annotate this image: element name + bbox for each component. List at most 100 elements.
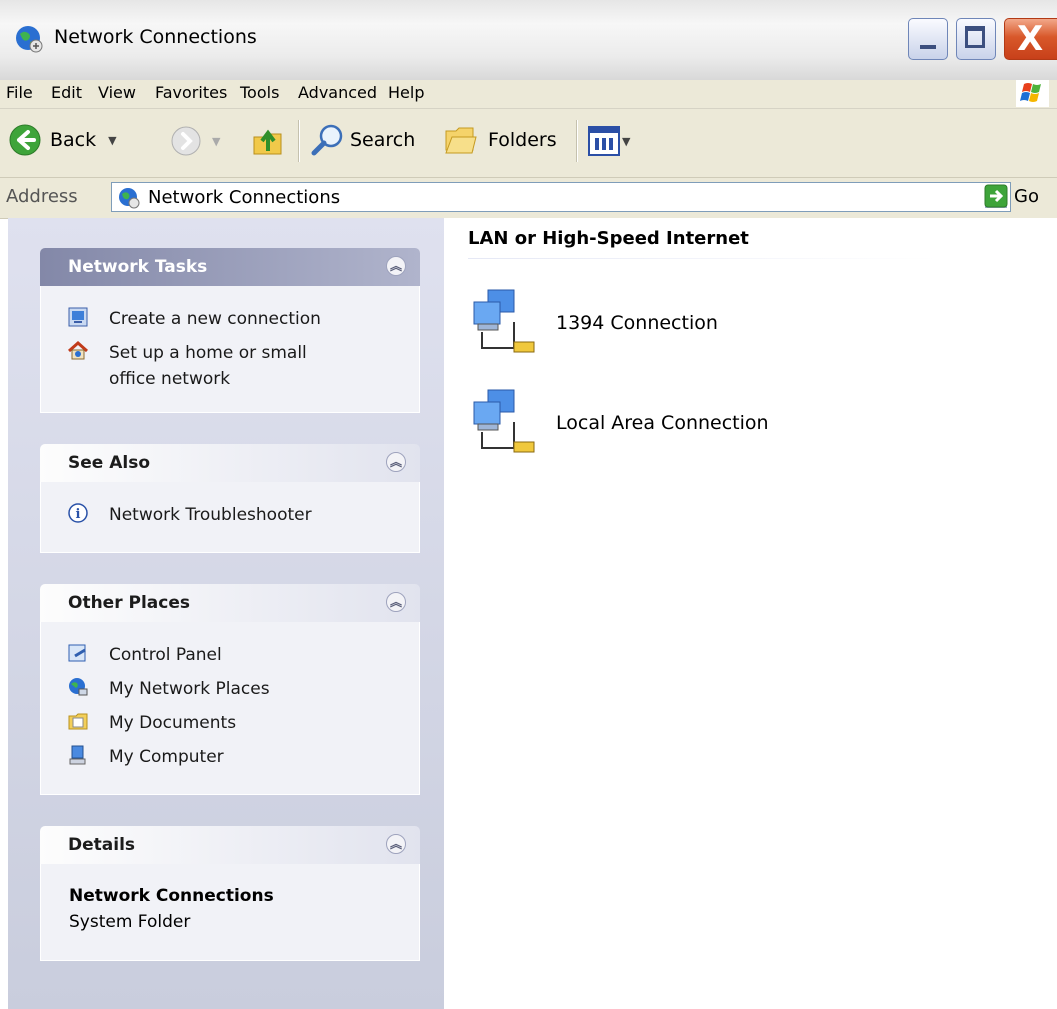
group-title: LAN or High-Speed Internet — [468, 228, 749, 249]
network-tasks-header[interactable]: Network Tasks ︽ — [40, 248, 420, 286]
window-title: Network Connections — [54, 26, 257, 48]
toolbar-separator — [576, 120, 578, 162]
network-troubleshooter-label: Network Troubleshooter — [109, 505, 312, 525]
connection-label: 1394 Connection — [556, 312, 718, 334]
my-computer-link[interactable]: My Computer — [67, 744, 349, 770]
home-network-link[interactable]: Set up a home or small office network — [67, 340, 349, 392]
my-documents-label: My Documents — [109, 713, 237, 733]
network-connections-globe-icon — [16, 26, 43, 53]
control-panel-label: Control Panel — [109, 645, 222, 665]
search-magnifier-icon — [311, 124, 343, 156]
lan-connection-icon — [473, 289, 535, 353]
my-network-places-label: My Network Places — [109, 679, 270, 699]
toolbar-separator — [298, 120, 300, 162]
forward-button[interactable]: ▼ — [170, 125, 220, 157]
network-tasks-body: Create a new connection Set up a home or… — [40, 286, 420, 413]
go-label: Go — [1014, 185, 1039, 207]
back-label: Back — [50, 129, 97, 151]
details-type: System Folder — [69, 912, 191, 932]
see-also-title: See Also — [68, 453, 151, 473]
create-connection-link[interactable]: Create a new connection — [67, 306, 349, 332]
network-tasks-box: Network Tasks ︽ Create a new connection — [40, 248, 420, 413]
standard-toolbar: Back ▼ ▼ Search Folders ▼ — [0, 109, 1057, 178]
go-arrow-icon — [984, 184, 1008, 208]
collapse-icon[interactable]: ︽ — [386, 256, 406, 276]
address-input[interactable]: Network Connections ▼ — [111, 182, 1011, 212]
views-button[interactable]: ▼ — [588, 126, 630, 156]
my-computer-icon — [69, 745, 86, 765]
folders-icon — [445, 127, 477, 154]
my-network-places-icon — [69, 678, 88, 696]
minimize-button[interactable] — [908, 18, 948, 60]
collapse-icon[interactable]: ︽ — [386, 452, 406, 472]
menu-favorites[interactable]: Favorites — [155, 83, 227, 102]
forward-dropdown-icon[interactable]: ▼ — [212, 135, 220, 148]
lan-connection-icon — [473, 389, 535, 453]
create-connection-label: Create a new connection — [109, 309, 321, 329]
my-network-places-link[interactable]: My Network Places — [67, 676, 349, 702]
collapse-icon[interactable]: ︽ — [386, 592, 406, 612]
new-connection-icon — [68, 307, 88, 327]
up-folder-icon — [253, 129, 282, 155]
see-also-body: i Network Troubleshooter — [40, 482, 420, 553]
my-computer-label: My Computer — [109, 747, 224, 767]
group-divider — [468, 258, 938, 259]
details-box: Details ︽ Network Connections System Fol… — [40, 826, 420, 961]
back-dropdown-icon[interactable]: ▼ — [108, 134, 116, 147]
menu-edit[interactable]: Edit — [51, 83, 82, 102]
windows-logo-icon — [1016, 80, 1049, 107]
menu-help[interactable]: Help — [388, 83, 424, 102]
connection-item[interactable]: Local Area Connection — [468, 388, 769, 458]
control-panel-icon — [68, 644, 86, 662]
forward-arrow-icon — [171, 126, 201, 156]
menu-view[interactable]: View — [98, 83, 136, 102]
close-icon: X — [1017, 19, 1044, 59]
connection-label: Local Area Connection — [556, 412, 769, 434]
network-tasks-title: Network Tasks — [68, 257, 208, 277]
network-connections-globe-icon — [119, 188, 140, 209]
other-places-header[interactable]: Other Places ︽ — [40, 584, 420, 622]
network-troubleshooter-link[interactable]: i Network Troubleshooter — [67, 502, 349, 528]
go-button[interactable]: Go — [984, 184, 1039, 208]
task-pane: Network Tasks ︽ Create a new connection — [8, 218, 444, 1009]
see-also-header[interactable]: See Also ︽ — [40, 444, 420, 482]
address-bar: Address Network Connections ▼ Go — [0, 178, 1057, 219]
folders-label: Folders — [488, 129, 557, 151]
task-pane-background: Network Tasks ︽ Create a new connection — [8, 218, 444, 1009]
my-documents-link[interactable]: My Documents — [67, 710, 349, 736]
control-panel-link[interactable]: Control Panel — [67, 642, 349, 668]
menu-file[interactable]: File — [6, 83, 33, 102]
svg-text:i: i — [76, 507, 81, 522]
back-button[interactable]: Back ▼ — [8, 123, 117, 157]
maximize-button[interactable] — [956, 18, 996, 60]
other-places-box: Other Places ︽ Control Panel My Network … — [40, 584, 420, 795]
connection-item[interactable]: 1394 Connection — [468, 288, 718, 358]
see-also-box: See Also ︽ i Network Troubleshooter — [40, 444, 420, 553]
collapse-icon[interactable]: ︽ — [386, 834, 406, 854]
views-grid-icon — [588, 126, 620, 156]
home-network-label: Set up a home or small office network — [109, 343, 307, 389]
search-label: Search — [350, 129, 416, 151]
details-name: Network Connections — [69, 886, 274, 906]
views-dropdown-icon[interactable]: ▼ — [622, 135, 630, 148]
home-network-icon — [68, 340, 88, 360]
close-button[interactable]: X — [1004, 18, 1057, 60]
address-label: Address — [6, 186, 78, 207]
other-places-title: Other Places — [68, 593, 190, 613]
folders-button[interactable]: Folders — [444, 123, 557, 157]
details-title: Details — [68, 835, 136, 855]
search-button[interactable]: Search — [310, 123, 415, 157]
menu-tools[interactable]: Tools — [240, 83, 279, 102]
menu-advanced[interactable]: Advanced — [298, 83, 377, 102]
menu-bar: File Edit View Favorites Tools Advanced … — [0, 80, 1057, 109]
my-documents-icon — [68, 713, 88, 730]
up-folder-button[interactable] — [250, 123, 286, 159]
details-body: Network Connections System Folder — [40, 864, 420, 961]
explorer-window: Network Connections X File Edit View Fav… — [0, 0, 1057, 1009]
title-bar[interactable]: Network Connections X — [0, 0, 1057, 81]
other-places-body: Control Panel My Network Places My Docum… — [40, 622, 420, 795]
back-arrow-icon — [9, 124, 41, 156]
details-header[interactable]: Details ︽ — [40, 826, 420, 864]
address-value: Network Connections — [148, 187, 341, 208]
content-pane: LAN or High-Speed Internet 1394 Connecti… — [444, 218, 1057, 1009]
